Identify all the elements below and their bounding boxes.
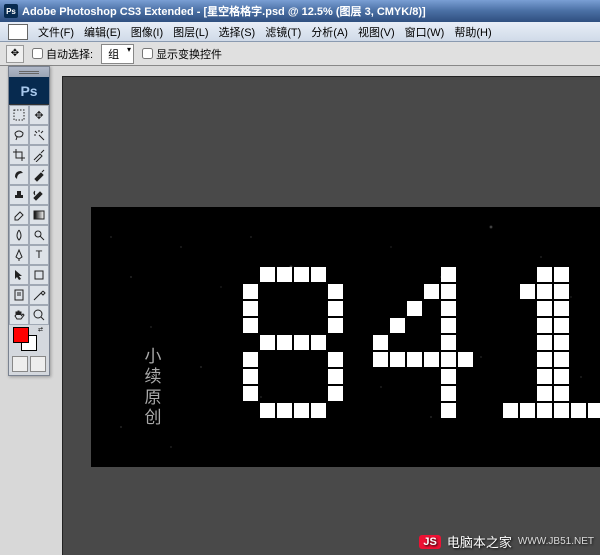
show-transform-checkbox[interactable]	[142, 48, 153, 59]
quick-mask-standard[interactable]	[12, 356, 28, 372]
app-icon: Ps	[4, 4, 18, 18]
tool-slice[interactable]	[29, 145, 49, 165]
options-bar: ✥ 自动选择: 组 显示变换控件	[0, 42, 600, 66]
menu-image[interactable]: 图像(I)	[127, 22, 167, 42]
site-url: WWW.JB51.NET	[518, 536, 594, 547]
menu-layer[interactable]: 图层(L)	[169, 22, 212, 42]
menu-window[interactable]: 窗口(W)	[401, 22, 449, 42]
menu-file[interactable]: 文件(F)	[34, 22, 78, 42]
swap-colors-icon[interactable]: ⇄	[38, 326, 47, 335]
tool-type[interactable]: T	[29, 245, 49, 265]
grid-digits	[243, 267, 600, 420]
auto-select-check[interactable]: 自动选择:	[32, 46, 93, 62]
tool-shape[interactable]	[29, 265, 49, 285]
menu-select[interactable]: 选择(S)	[215, 22, 260, 42]
tool-history-brush[interactable]	[29, 185, 49, 205]
toolbox: Ps ✥ T ⇄	[8, 66, 50, 376]
tool-wand[interactable]	[29, 125, 49, 145]
tool-zoom[interactable]	[29, 305, 49, 325]
menubar: 文件(F) 编辑(E) 图像(I) 图层(L) 选择(S) 滤镜(T) 分析(A…	[0, 22, 600, 42]
show-transform-check[interactable]: 显示变换控件	[142, 46, 222, 62]
tool-blur[interactable]	[9, 225, 29, 245]
quick-mask-mask[interactable]	[30, 356, 46, 372]
tool-stamp[interactable]	[9, 185, 29, 205]
tool-dodge[interactable]	[29, 225, 49, 245]
digit-8	[243, 267, 345, 420]
menu-analysis[interactable]: 分析(A)	[307, 22, 352, 42]
document-window: 小 续原 创	[62, 76, 600, 555]
tool-hand[interactable]	[9, 305, 29, 325]
menu-help[interactable]: 帮助(H)	[450, 22, 495, 42]
tool-marquee[interactable]	[9, 105, 29, 125]
tool-path-select[interactable]	[9, 265, 29, 285]
move-tool-indicator[interactable]: ✥	[6, 45, 24, 63]
menu-edit[interactable]: 编辑(E)	[80, 22, 125, 42]
digit-1	[503, 267, 600, 420]
tool-gradient[interactable]	[29, 205, 49, 225]
tool-heal[interactable]	[9, 165, 29, 185]
tool-eraser[interactable]	[9, 205, 29, 225]
auto-select-label: 自动选择:	[46, 46, 93, 62]
tool-move[interactable]: ✥	[29, 105, 49, 125]
site-name: 电脑本之家	[447, 532, 512, 551]
site-watermark: JS 电脑本之家 WWW.JB51.NET	[419, 532, 594, 551]
foreground-color[interactable]	[13, 327, 29, 343]
window-title: Adobe Photoshop CS3 Extended - [星空格格字.ps…	[22, 3, 426, 19]
tool-lasso[interactable]	[9, 125, 29, 145]
site-badge: JS	[419, 535, 440, 549]
show-transform-label: 显示变换控件	[156, 46, 222, 62]
digit-4	[373, 267, 475, 420]
tool-pen[interactable]	[9, 245, 29, 265]
auto-select-checkbox[interactable]	[32, 48, 43, 59]
ps-menu-icon[interactable]	[8, 24, 28, 40]
canvas-watermark: 小 续原 创	[135, 347, 175, 429]
tool-brush[interactable]	[29, 165, 49, 185]
ps-logo: Ps	[9, 77, 49, 105]
tool-notes[interactable]	[9, 285, 29, 305]
canvas[interactable]: 小 续原 创	[91, 207, 600, 467]
tool-eyedropper[interactable]	[29, 285, 49, 305]
toolbox-grip[interactable]	[9, 67, 49, 77]
menu-filter[interactable]: 滤镜(T)	[261, 22, 305, 42]
color-swatches[interactable]: ⇄	[9, 325, 49, 353]
tool-crop[interactable]	[9, 145, 29, 165]
menu-view[interactable]: 视图(V)	[354, 22, 399, 42]
auto-select-mode[interactable]: 组	[101, 44, 134, 64]
